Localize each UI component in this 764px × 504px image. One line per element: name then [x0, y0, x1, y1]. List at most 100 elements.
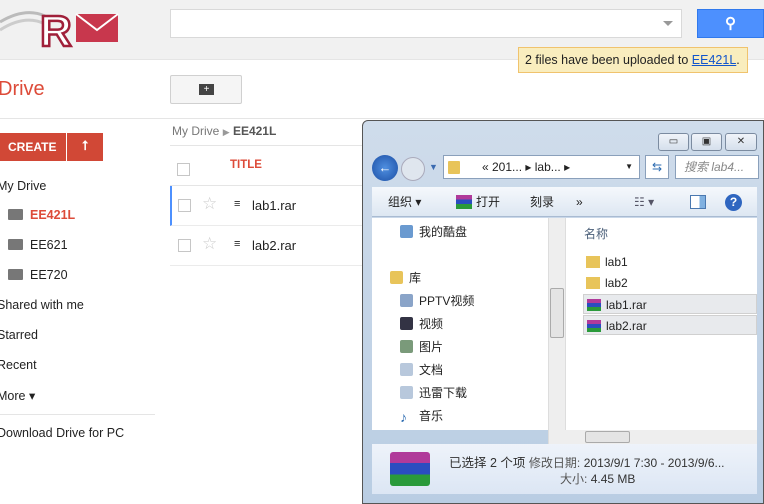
file-item-lab2[interactable]: lab2: [583, 273, 757, 293]
folder-icon: [8, 209, 23, 220]
open-button[interactable]: 打开: [476, 187, 500, 217]
burn-button[interactable]: 刻录: [530, 187, 554, 217]
sidebar-item-shared[interactable]: Shared with me: [0, 298, 84, 312]
sidebar-item-ee720[interactable]: EE720: [8, 268, 68, 282]
chevron-right-icon: ▶: [222, 127, 230, 137]
horizontal-scrollbar[interactable]: [565, 430, 757, 444]
tree-item-music[interactable]: ♪ 音乐: [400, 407, 443, 424]
tree-item-pptv[interactable]: PPTV视频: [400, 292, 474, 309]
forward-button[interactable]: [401, 157, 425, 181]
label: lab2.rar: [606, 319, 647, 333]
label: 音乐: [419, 409, 444, 423]
breadcrumb-root[interactable]: My Drive: [172, 124, 219, 138]
help-icon[interactable]: ?: [725, 194, 742, 211]
modified-label: 修改日期:: [528, 456, 581, 470]
tree-item-libraries[interactable]: 库: [390, 269, 421, 286]
upload-button[interactable]: ⭡: [67, 133, 103, 161]
size-label: 大小:: [560, 472, 588, 486]
notice-end: .: [736, 53, 740, 67]
winrar-icon: [587, 299, 601, 311]
folder-icon: [448, 161, 460, 174]
maximize-button[interactable]: ▣: [691, 133, 722, 151]
scroll-thumb[interactable]: [550, 288, 564, 338]
file-item-lab1-rar[interactable]: lab1.rar: [583, 294, 757, 314]
name-column-header[interactable]: 名称: [584, 225, 608, 242]
breadcrumb: My Drive ▶ EE421L: [172, 124, 276, 138]
address-bar[interactable]: « 201... ▸ lab... ▸ ▼: [443, 155, 640, 179]
history-dropdown-icon[interactable]: ▼: [429, 162, 438, 172]
notice-link[interactable]: EE421L: [692, 53, 736, 67]
search-icon: ⚲: [725, 15, 736, 32]
file-name[interactable]: lab2.rar: [252, 238, 296, 253]
row-checkbox[interactable]: [178, 239, 191, 252]
vertical-scrollbar[interactable]: [548, 218, 565, 444]
file-type-icon: ≡: [234, 198, 241, 210]
documents-icon: [400, 363, 413, 376]
address-dropdown-icon[interactable]: ▼: [625, 156, 633, 178]
file-name[interactable]: lab1.rar: [252, 198, 296, 213]
title-column-header[interactable]: TITLE: [230, 159, 262, 171]
selection-count: 已选择 2 个项: [449, 456, 526, 470]
sidebar-item-starred[interactable]: Starred: [0, 328, 38, 342]
library-icon: [400, 386, 413, 399]
tree-item-xunlei[interactable]: 迅雷下载: [400, 384, 467, 401]
explorer-toolbar: 组织 ▾ 打开 刻录 » ☷ ▾ ?: [372, 187, 757, 217]
view-options-icon[interactable]: ☷ ▾: [634, 187, 654, 217]
select-all-checkbox[interactable]: [177, 163, 190, 176]
library-icon: [390, 271, 403, 284]
winrar-icon: [456, 195, 472, 209]
upload-icon: ⭡: [81, 138, 89, 153]
label: 视频: [419, 317, 444, 331]
sidebar-item-ee621[interactable]: EE621: [8, 238, 68, 252]
back-button[interactable]: ←: [372, 155, 398, 181]
file-row[interactable]: ☆ ≡ lab2.rar: [170, 226, 364, 266]
search-options-icon[interactable]: [663, 21, 673, 31]
label: 文档: [419, 363, 444, 377]
tree-item-videos[interactable]: 视频: [400, 315, 443, 332]
file-type-icon: ≡: [234, 238, 241, 250]
star-icon[interactable]: ☆: [202, 234, 217, 254]
address-path[interactable]: « 201... ▸ lab... ▸: [482, 160, 570, 174]
cloud-icon: [400, 225, 413, 238]
new-folder-button[interactable]: +: [170, 75, 242, 104]
notice-text: 2 files have been uploaded to: [525, 53, 692, 67]
preview-pane-icon[interactable]: [690, 195, 706, 209]
scroll-thumb[interactable]: [585, 431, 630, 443]
label: EE621: [30, 238, 68, 252]
search-button[interactable]: ⚲: [697, 9, 764, 38]
sidebar-item-recent[interactable]: Recent: [0, 358, 37, 372]
file-row[interactable]: ☆ ≡ lab1.rar: [170, 186, 364, 226]
file-item-lab2-rar[interactable]: lab2.rar: [583, 315, 757, 335]
sidebar-item-more[interactable]: More ▾: [0, 388, 35, 403]
refresh-button[interactable]: ⇆: [645, 155, 669, 179]
row-checkbox[interactable]: [178, 199, 191, 212]
close-button[interactable]: ✕: [725, 133, 757, 151]
divider: [0, 118, 764, 119]
video-icon: [400, 317, 413, 330]
tree-item-documents[interactable]: 文档: [400, 361, 443, 378]
sidebar-item-my-drive[interactable]: My Drive: [0, 179, 46, 193]
folder-icon: [586, 277, 600, 289]
star-icon[interactable]: ☆: [202, 194, 217, 214]
search-input[interactable]: [170, 9, 682, 38]
more-commands-button[interactable]: »: [576, 187, 583, 217]
explorer-search-input[interactable]: 搜索 lab4...: [675, 155, 759, 179]
folder-icon: [586, 256, 600, 268]
create-button[interactable]: CREATE: [0, 133, 66, 161]
winrar-icon: [390, 452, 430, 486]
pictures-icon: [400, 340, 413, 353]
folder-icon: [8, 239, 23, 250]
modified-value: 2013/9/1 7:30 - 2013/9/6...: [583, 456, 725, 470]
file-item-lab1[interactable]: lab1: [583, 252, 757, 272]
library-icon: [400, 294, 413, 307]
label: 图片: [419, 340, 444, 354]
download-drive-link[interactable]: Download Drive for PC: [0, 426, 124, 440]
label: EE720: [30, 268, 68, 282]
minimize-button[interactable]: ▭: [658, 133, 689, 151]
tree-item-kupan[interactable]: 我的酷盘: [400, 223, 467, 240]
sidebar-item-ee421l[interactable]: EE421L: [8, 208, 75, 222]
label: lab1.rar: [606, 298, 647, 312]
tree-item-pictures[interactable]: 图片: [400, 338, 443, 355]
size-value: 4.45 MB: [590, 472, 636, 486]
organize-button[interactable]: 组织 ▾: [388, 187, 421, 217]
